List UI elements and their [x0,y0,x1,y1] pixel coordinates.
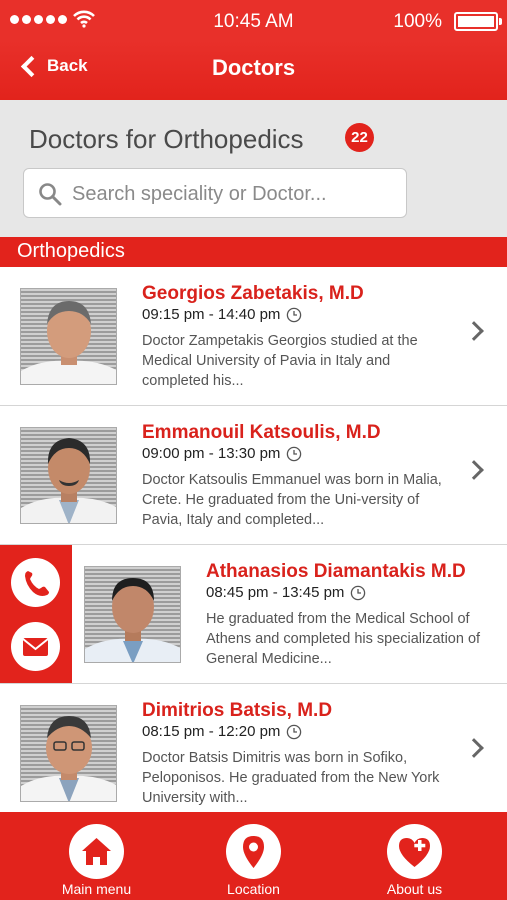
doctor-row[interactable]: Dimitrios Batsis, M.D 08:15 pm - 12:20 p… [0,684,507,823]
email-button[interactable] [11,622,60,671]
doctor-row[interactable]: Georgios Zabetakis, M.D 09:15 pm - 14:40… [0,267,507,406]
status-bar: 10:45 AM 100% [0,0,507,40]
search-box[interactable] [23,168,407,218]
clock-icon [351,585,366,600]
phone-icon [25,571,49,596]
doctor-name: Emmanouil Katsoulis, M.D [142,422,381,443]
doctor-name: Georgios Zabetakis, M.D [142,283,364,304]
doctor-row[interactable]: Athanasios Diamantakis M.D 08:45 pm - 13… [0,545,507,684]
tab-main-menu-label: Main menu [61,881,132,897]
doctor-hours: 08:45 pm - 13:45 pm [206,584,366,601]
doctor-description: Doctor Katsoulis Emmanuel was born in Ma… [142,472,442,528]
chevron-right-icon[interactable] [464,460,484,480]
doctor-hours: 09:00 pm - 13:30 pm [142,445,302,462]
chevron-right-icon[interactable] [464,738,484,758]
navigation-bar: Back Doctors [0,40,507,100]
doctor-name: Dimitrios Batsis, M.D [142,700,333,721]
doctor-hours-text: 08:15 pm - 12:20 pm [142,723,281,740]
doctor-description: Doctor Zampetakis Georgios studied at th… [142,333,418,389]
tab-main-menu[interactable]: Main menu [12,812,181,900]
tab-about-us-label: About us [386,881,443,897]
battery-icon [454,12,502,31]
location-pin-icon [226,824,281,879]
doctor-hours-text: 09:00 pm - 13:30 pm [142,445,281,462]
swipe-actions [0,545,72,683]
doctor-description: He graduated from the Medical School of … [206,611,481,667]
tab-bar: Main menu Location About us [0,812,507,900]
chevron-right-icon[interactable] [464,321,484,341]
clock-icon [287,446,302,461]
search-icon [39,183,62,206]
count-badge: 22 [345,123,374,152]
page-title: Doctors [211,55,296,80]
home-icon [69,824,124,879]
doctor-photo [84,566,181,663]
heart-plus-icon [387,824,442,879]
clock-icon [287,307,302,322]
doctor-description: Doctor Batsis Dimitris was born in Sofik… [142,750,440,806]
search-input[interactable] [72,177,392,211]
battery-percentage: 100% [393,11,442,32]
doctor-hours-text: 08:45 pm - 13:45 pm [206,584,345,601]
doctor-photo [20,705,117,802]
list-title: Doctors for Orthopedics [29,124,304,154]
doctor-photo [20,427,117,524]
section-header: Orthopedics [0,237,507,267]
doctor-list: Georgios Zabetakis, M.D 09:15 pm - 14:40… [0,267,507,823]
doctor-hours: 08:15 pm - 12:20 pm [142,723,302,740]
doctor-row[interactable]: Emmanouil Katsoulis, M.D 09:00 pm - 13:3… [0,406,507,545]
clock-icon [287,724,302,739]
doctor-hours-text: 09:15 pm - 14:40 pm [142,306,281,323]
call-button[interactable] [11,558,60,607]
tab-location-label: Location [227,881,280,897]
mail-icon [22,638,49,656]
list-header: Doctors for Orthopedics 22 [0,100,507,237]
tab-about-us[interactable]: About us [330,812,499,900]
doctor-hours: 09:15 pm - 14:40 pm [142,306,302,323]
tab-location[interactable]: Location [169,812,338,900]
doctor-photo [20,288,117,385]
doctor-name: Athanasios Diamantakis M.D [206,561,466,582]
